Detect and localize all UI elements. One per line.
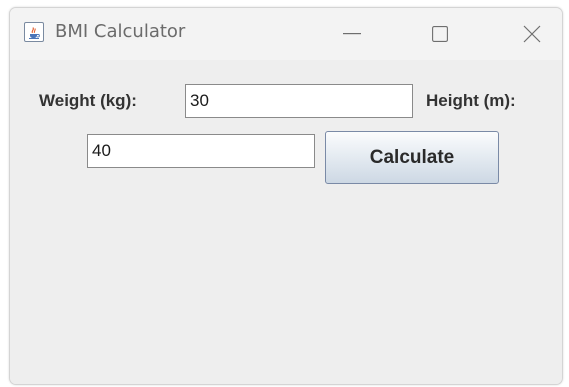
calculate-button[interactable]: Calculate bbox=[325, 131, 499, 184]
close-button[interactable] bbox=[502, 8, 562, 60]
bmi-calculator-window: BMI Calculator Weight (kg): 30 Height (m… bbox=[9, 7, 563, 385]
maximize-button[interactable] bbox=[410, 8, 470, 60]
form-panel: Weight (kg): 30 Height (m): 40 Calculate bbox=[10, 60, 562, 384]
minimize-button[interactable] bbox=[322, 8, 382, 60]
height-input[interactable]: 40 bbox=[87, 134, 315, 168]
java-cup-icon bbox=[24, 22, 44, 42]
height-label: Height (m): bbox=[426, 91, 516, 110]
weight-label: Weight (kg): bbox=[39, 91, 137, 110]
window-title: BMI Calculator bbox=[55, 21, 186, 42]
weight-input[interactable]: 30 bbox=[185, 84, 413, 118]
title-bar[interactable]: BMI Calculator bbox=[10, 8, 562, 60]
